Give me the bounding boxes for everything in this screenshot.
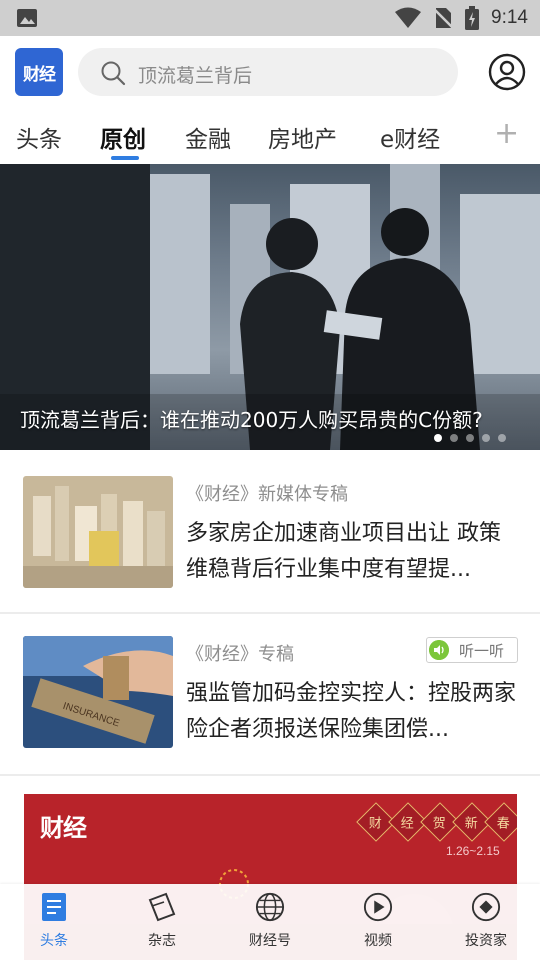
status-bar: 9:14 [0, 0, 540, 36]
nav-label: 头条 [40, 933, 68, 949]
tab-real-estate[interactable]: 房地产 [268, 120, 337, 154]
logo-text: 财经 [23, 64, 56, 85]
article-thumbnail [23, 476, 173, 588]
search-placeholder: 顶流葛兰背后 [138, 65, 253, 87]
play-icon [363, 892, 393, 922]
article-thumbnail: INSURANCE [23, 636, 173, 748]
article-title: 多家房企加速商业项目出让 政策维稳背后行业集中度有望提... [186, 521, 501, 582]
search-icon [101, 61, 126, 86]
nav-label: 视频 [364, 933, 392, 949]
tab-original[interactable]: 原创 [100, 120, 146, 154]
nav-headlines[interactable]: 头条 [9, 892, 99, 950]
app-header: 财经 顶流葛兰背后 [0, 36, 540, 110]
magazine-icon [148, 892, 176, 922]
bottom-navigation: 头条 杂志 财经号 视频 投资家 [0, 884, 540, 960]
nav-label: 财经号 [249, 933, 291, 949]
greeting-diamond: 春 [484, 802, 517, 842]
carousel-dot[interactable] [482, 434, 490, 442]
category-tabs: 头条 原创 金融 房地产 e财经 + [0, 110, 540, 164]
carousel-dot[interactable] [450, 434, 458, 442]
active-tab-indicator [111, 156, 139, 160]
clock: 9:14 [491, 7, 528, 28]
image-icon [17, 9, 37, 27]
user-profile-icon[interactable] [488, 53, 526, 91]
banner-logo: 财经 [40, 814, 87, 842]
hero-caption: 顶流葛兰背后：谁在推动200万人购买昂贵的C份额? [20, 408, 483, 432]
search-bar[interactable]: 顶流葛兰背后 [78, 48, 458, 96]
tab-finance[interactable]: 金融 [185, 120, 231, 154]
article-source: 《财经》新媒体专稿 [186, 484, 348, 505]
nav-label: 投资家 [465, 933, 507, 949]
tab-e-caijing[interactable]: e财经 [380, 120, 440, 154]
carousel-dot[interactable] [434, 434, 442, 442]
list-item[interactable]: 《财经》新媒体专稿 多家房企加速商业项目出让 政策维稳背后行业集中度有望提... [0, 452, 540, 614]
greeting-diamonds: 财 经 贺 新 春 [356, 802, 517, 842]
nav-video[interactable]: 视频 [333, 892, 423, 950]
carousel-indicators [434, 434, 506, 442]
no-sim-icon [433, 8, 453, 28]
nav-label: 杂志 [148, 933, 176, 949]
globe-icon [255, 892, 285, 922]
article-title: 强监管加码金控实控人：控股两家险企者须报送保险集团偿... [186, 681, 517, 742]
nav-magazine[interactable]: 杂志 [117, 892, 207, 950]
battery-icon [465, 6, 480, 30]
nav-investor[interactable]: 投资家 [441, 892, 531, 950]
listen-button[interactable]: 听一听 [426, 637, 518, 663]
add-channel-button[interactable]: + [494, 116, 519, 151]
article-source: 《财经》专稿 [186, 644, 294, 665]
carousel-dot[interactable] [466, 434, 474, 442]
wifi-icon [395, 7, 422, 28]
nav-caijing-account[interactable]: 财经号 [225, 892, 315, 950]
carousel-dot[interactable] [498, 434, 506, 442]
hero-carousel[interactable]: 顶流葛兰背后：谁在推动200万人购买昂贵的C份额? [0, 164, 540, 450]
document-icon [42, 893, 66, 921]
speaker-icon [429, 640, 449, 660]
app-logo[interactable]: 财经 [15, 48, 63, 96]
diamond-icon [471, 892, 501, 922]
tab-headlines[interactable]: 头条 [16, 120, 62, 154]
listen-label: 听一听 [459, 642, 505, 660]
